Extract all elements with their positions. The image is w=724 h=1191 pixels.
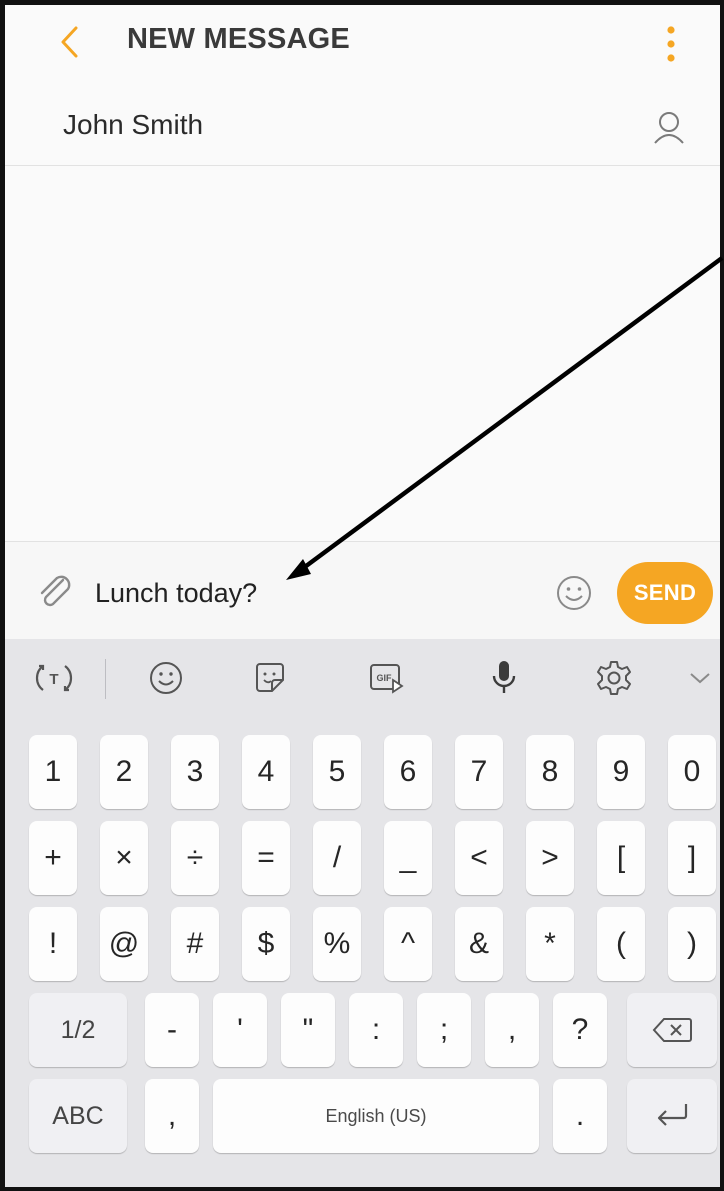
enter-key[interactable] xyxy=(627,1079,717,1153)
smiley-icon xyxy=(557,576,591,610)
chevron-left-icon xyxy=(61,26,78,58)
key[interactable]: 8 xyxy=(526,735,574,809)
emoji-button[interactable] xyxy=(553,572,595,614)
key[interactable]: : xyxy=(349,993,403,1067)
key[interactable]: ) xyxy=(668,907,716,981)
backspace-key[interactable] xyxy=(627,993,717,1067)
key[interactable]: 4 xyxy=(242,735,290,809)
key[interactable]: % xyxy=(313,907,361,981)
key[interactable]: ! xyxy=(29,907,77,981)
page-title: NEW MESSAGE xyxy=(127,23,350,55)
key[interactable]: [ xyxy=(597,821,645,895)
key[interactable]: = xyxy=(242,821,290,895)
key[interactable]: - xyxy=(145,993,199,1067)
keyboard-toolbar: T GIF xyxy=(5,639,720,721)
key[interactable]: / xyxy=(313,821,361,895)
emoji-keyboard-button[interactable] xyxy=(141,653,191,703)
key[interactable]: < xyxy=(455,821,503,895)
text-mode-button[interactable]: T xyxy=(29,653,79,703)
backspace-icon xyxy=(652,1018,692,1042)
key[interactable]: , xyxy=(485,993,539,1067)
key[interactable]: * xyxy=(526,907,574,981)
emoji-icon xyxy=(150,662,182,694)
key[interactable]: ; xyxy=(417,993,471,1067)
key[interactable]: " xyxy=(281,993,335,1067)
key[interactable]: 0 xyxy=(668,735,716,809)
period-key[interactable]: . xyxy=(553,1079,607,1153)
sticker-button[interactable] xyxy=(245,653,295,703)
person-icon xyxy=(654,112,684,144)
space-bar[interactable]: English (US) xyxy=(213,1079,539,1153)
sticker-icon xyxy=(256,663,284,692)
settings-icon xyxy=(597,661,631,695)
recipient-name: John Smith xyxy=(63,109,204,140)
key[interactable]: 3 xyxy=(171,735,219,809)
more-vertical-icon xyxy=(667,26,675,62)
key[interactable]: 7 xyxy=(455,735,503,809)
key[interactable]: ^ xyxy=(384,907,432,981)
text-mode-icon: T xyxy=(35,664,73,692)
key[interactable]: & xyxy=(455,907,503,981)
back-button[interactable] xyxy=(49,19,89,65)
key[interactable]: + xyxy=(29,821,77,895)
svg-text:T: T xyxy=(49,671,58,688)
key[interactable]: > xyxy=(526,821,574,895)
gif-button[interactable]: GIF xyxy=(361,653,411,703)
key[interactable]: 1 xyxy=(29,735,77,809)
key[interactable]: 2 xyxy=(100,735,148,809)
message-input[interactable]: Lunch today? xyxy=(95,578,257,609)
key[interactable]: ? xyxy=(553,993,607,1067)
contact-picker-button[interactable] xyxy=(645,103,693,151)
phone-screen: NEW MESSAGE John Smith Lunch today? SEND… xyxy=(0,0,724,1191)
app-header: NEW MESSAGE xyxy=(5,5,720,86)
compose-bar: Lunch today? SEND xyxy=(5,541,720,640)
attach-button[interactable] xyxy=(33,570,77,614)
collapse-toolbar-button[interactable] xyxy=(675,653,720,703)
more-options-button[interactable] xyxy=(653,19,689,69)
toolbar-divider xyxy=(105,659,106,699)
conversation-area xyxy=(5,166,720,541)
abc-key[interactable]: ABC xyxy=(29,1079,127,1153)
comma-key[interactable]: , xyxy=(145,1079,199,1153)
enter-icon xyxy=(657,1104,688,1126)
key[interactable]: 9 xyxy=(597,735,645,809)
keyboard-settings-button[interactable] xyxy=(589,653,639,703)
voice-input-button[interactable] xyxy=(479,653,529,703)
key[interactable]: # xyxy=(171,907,219,981)
key[interactable]: @ xyxy=(100,907,148,981)
key[interactable]: ÷ xyxy=(171,821,219,895)
microphone-icon xyxy=(492,661,516,693)
paperclip-icon xyxy=(40,575,71,607)
gif-icon: GIF xyxy=(370,664,404,694)
key[interactable]: 6 xyxy=(384,735,432,809)
chevron-down-icon xyxy=(690,673,710,684)
key[interactable]: ] xyxy=(668,821,716,895)
page-toggle-key[interactable]: 1/2 xyxy=(29,993,127,1067)
key[interactable]: _ xyxy=(384,821,432,895)
send-button[interactable]: SEND xyxy=(617,562,713,624)
key[interactable]: 5 xyxy=(313,735,361,809)
key[interactable]: ( xyxy=(597,907,645,981)
keyboard: T GIF 1 2 3 4 5 6 7 8 9 0 + × ÷ = / _ < … xyxy=(5,639,720,1187)
key[interactable]: $ xyxy=(242,907,290,981)
gif-label: GIF xyxy=(377,673,393,683)
recipient-field[interactable]: John Smith xyxy=(5,85,720,166)
key[interactable]: ' xyxy=(213,993,267,1067)
key[interactable]: × xyxy=(100,821,148,895)
